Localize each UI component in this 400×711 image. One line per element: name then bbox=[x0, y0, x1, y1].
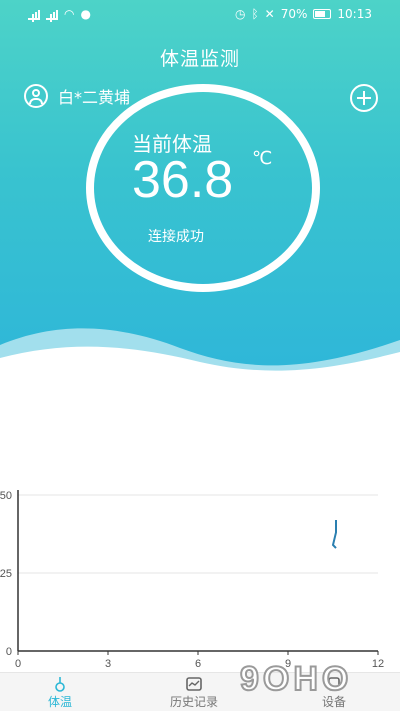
status-right: ◷ ᛒ ✕ 70% 10:13 bbox=[235, 7, 372, 21]
x-tick-label: 6 bbox=[195, 658, 201, 670]
y-tick-label: 50 bbox=[0, 490, 12, 502]
user-selector[interactable]: 白*二黄埔 bbox=[24, 84, 130, 108]
wave-decoration bbox=[0, 328, 400, 390]
battery-percentage: 70% bbox=[280, 7, 308, 21]
alarm-icon: ◷ bbox=[234, 7, 246, 21]
x-tick-label: 3 bbox=[105, 658, 111, 670]
tab-label: 历史记录 bbox=[170, 695, 219, 709]
temp-unit: ℃ bbox=[252, 148, 273, 169]
status-left: ◠ ● bbox=[28, 7, 91, 21]
header-panel: ◠ ● ◷ ᛒ ✕ 70% 10:13 体温监测 白*二黄埔 当前体温 36.8… bbox=[0, 0, 400, 390]
user-name: 白*二黄埔 bbox=[58, 88, 131, 107]
page-title: 体温监测 bbox=[159, 48, 240, 70]
signal-icon bbox=[46, 8, 58, 20]
tab-label: 体温 bbox=[48, 695, 73, 709]
status-bar: ◠ ● ◷ ᛒ ✕ 70% 10:13 bbox=[0, 0, 400, 30]
thermometer-icon bbox=[55, 677, 65, 692]
clock: 10:13 bbox=[337, 7, 372, 21]
user-icon bbox=[24, 84, 48, 108]
x-tick-label: 0 bbox=[15, 658, 21, 670]
series-line bbox=[331, 519, 337, 549]
tab-history[interactable]: 历史记录 bbox=[170, 675, 218, 710]
wifi-icon: ◠ bbox=[64, 7, 75, 21]
connection-status: 连接成功 bbox=[148, 229, 204, 245]
y-tick-label: 25 bbox=[0, 568, 12, 580]
history-icon bbox=[186, 677, 202, 691]
chat-icon: ● bbox=[80, 7, 91, 21]
signal-icon bbox=[28, 8, 40, 20]
current-temp-value: 36.8 bbox=[132, 151, 234, 209]
svg-text:9OHO: 9OHO bbox=[240, 660, 352, 698]
tab-temperature[interactable]: 体温 bbox=[48, 675, 72, 710]
battery-icon bbox=[313, 9, 332, 19]
bluetooth-icon: ᛒ bbox=[251, 7, 259, 21]
temperature-chart: 025500 3 6 9 12 bbox=[0, 490, 384, 670]
watermark-logo: 9OHO bbox=[239, 659, 352, 699]
mute-icon: ✕ bbox=[264, 7, 275, 21]
y-tick-label: 0 bbox=[6, 646, 12, 658]
add-user-button[interactable] bbox=[350, 84, 378, 112]
